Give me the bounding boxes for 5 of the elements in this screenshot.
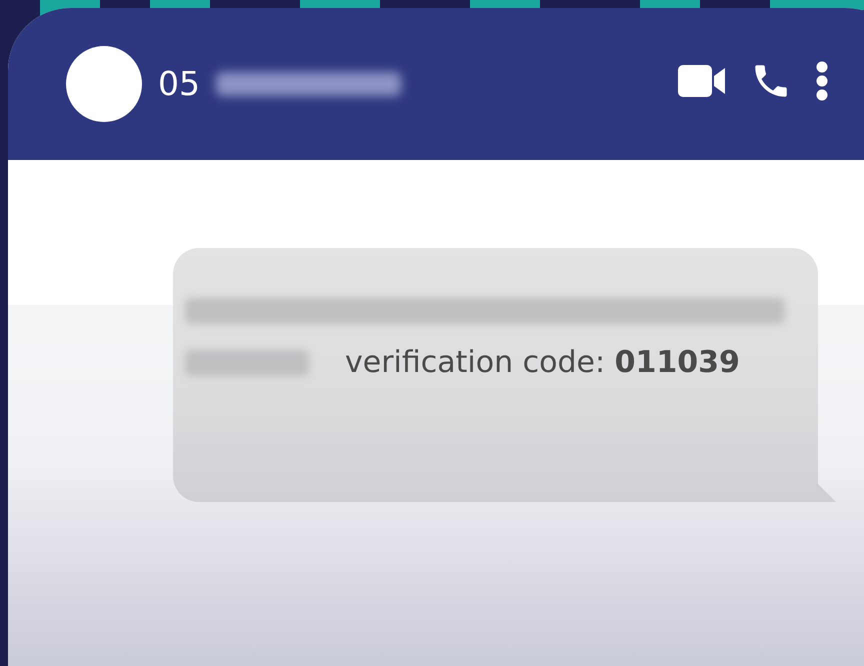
video-call-icon[interactable] bbox=[678, 65, 726, 97]
bubble-tail bbox=[816, 482, 836, 502]
contact-name: 05 bbox=[158, 63, 200, 106]
message-text: verification code: 011039 bbox=[345, 344, 740, 382]
more-options-icon[interactable] bbox=[816, 61, 828, 101]
